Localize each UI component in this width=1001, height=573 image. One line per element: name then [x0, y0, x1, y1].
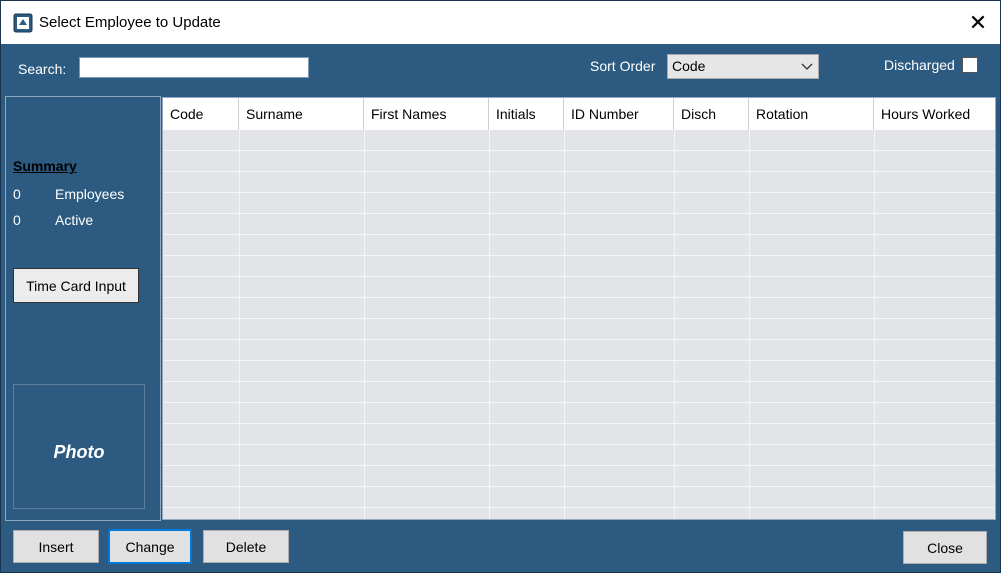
- employee-grid[interactable]: Code Surname First Names Initials ID Num…: [162, 97, 996, 520]
- column-header-first-names[interactable]: First Names: [364, 98, 489, 130]
- grid-body[interactable]: [163, 130, 995, 519]
- grid-column-divider: [239, 130, 240, 519]
- app-icon: [13, 13, 33, 33]
- column-header-surname[interactable]: Surname: [239, 98, 364, 130]
- discharged-label: Discharged: [884, 57, 955, 73]
- summary-row-active: 0 Active: [13, 212, 93, 228]
- search-input[interactable]: [79, 57, 309, 78]
- insert-button[interactable]: Insert: [13, 530, 99, 563]
- active-count: 0: [13, 212, 21, 228]
- employees-count: 0: [13, 186, 21, 202]
- discharged-checkbox[interactable]: [962, 57, 978, 73]
- sort-order-value: Code: [672, 58, 706, 74]
- column-header-rotation[interactable]: Rotation: [749, 98, 874, 130]
- summary-title: Summary: [13, 158, 77, 174]
- grid-column-divider: [674, 130, 675, 519]
- grid-header: Code Surname First Names Initials ID Num…: [163, 98, 995, 130]
- employee-select-dialog: Select Employee to Update ✕ Search: Sort…: [0, 0, 1001, 573]
- column-header-initials[interactable]: Initials: [489, 98, 564, 130]
- grid-column-divider: [564, 130, 565, 519]
- employees-label: Employees: [55, 186, 125, 202]
- column-header-disch[interactable]: Disch: [674, 98, 749, 130]
- window-title: Select Employee to Update: [39, 14, 221, 31]
- summary-row-employees: 0 Employees: [13, 186, 124, 202]
- chevron-down-icon: [801, 63, 813, 70]
- grid-column-divider: [749, 130, 750, 519]
- sort-order-label: Sort Order: [590, 58, 656, 74]
- change-button[interactable]: Change: [108, 529, 192, 564]
- summary-sidebar: Summary 0 Employees 0 Active Time Card Inp…: [5, 96, 161, 521]
- column-header-id-number[interactable]: ID Number: [564, 98, 674, 130]
- grid-column-divider: [874, 130, 875, 519]
- close-button[interactable]: Close: [903, 531, 987, 564]
- active-label: Active: [55, 212, 94, 228]
- sort-order-dropdown[interactable]: Code: [667, 54, 819, 79]
- footer-bar: Insert Change Delete Close: [3, 521, 998, 571]
- grid-column-divider: [364, 130, 365, 519]
- time-card-input-button[interactable]: Time Card Input: [13, 268, 139, 303]
- close-icon[interactable]: ✕: [963, 9, 993, 37]
- search-toolbar: Search: Sort Order Code Discharged: [3, 46, 998, 91]
- title-bar: Select Employee to Update ✕: [1, 1, 1000, 44]
- photo-placeholder-label: Photo: [53, 442, 105, 462]
- employee-photo: Photo: [13, 384, 145, 509]
- column-header-hours-worked[interactable]: Hours Worked: [874, 98, 995, 130]
- grid-column-divider: [489, 130, 490, 519]
- column-header-code[interactable]: Code: [163, 98, 239, 130]
- delete-button[interactable]: Delete: [203, 530, 289, 563]
- search-label: Search:: [18, 61, 67, 77]
